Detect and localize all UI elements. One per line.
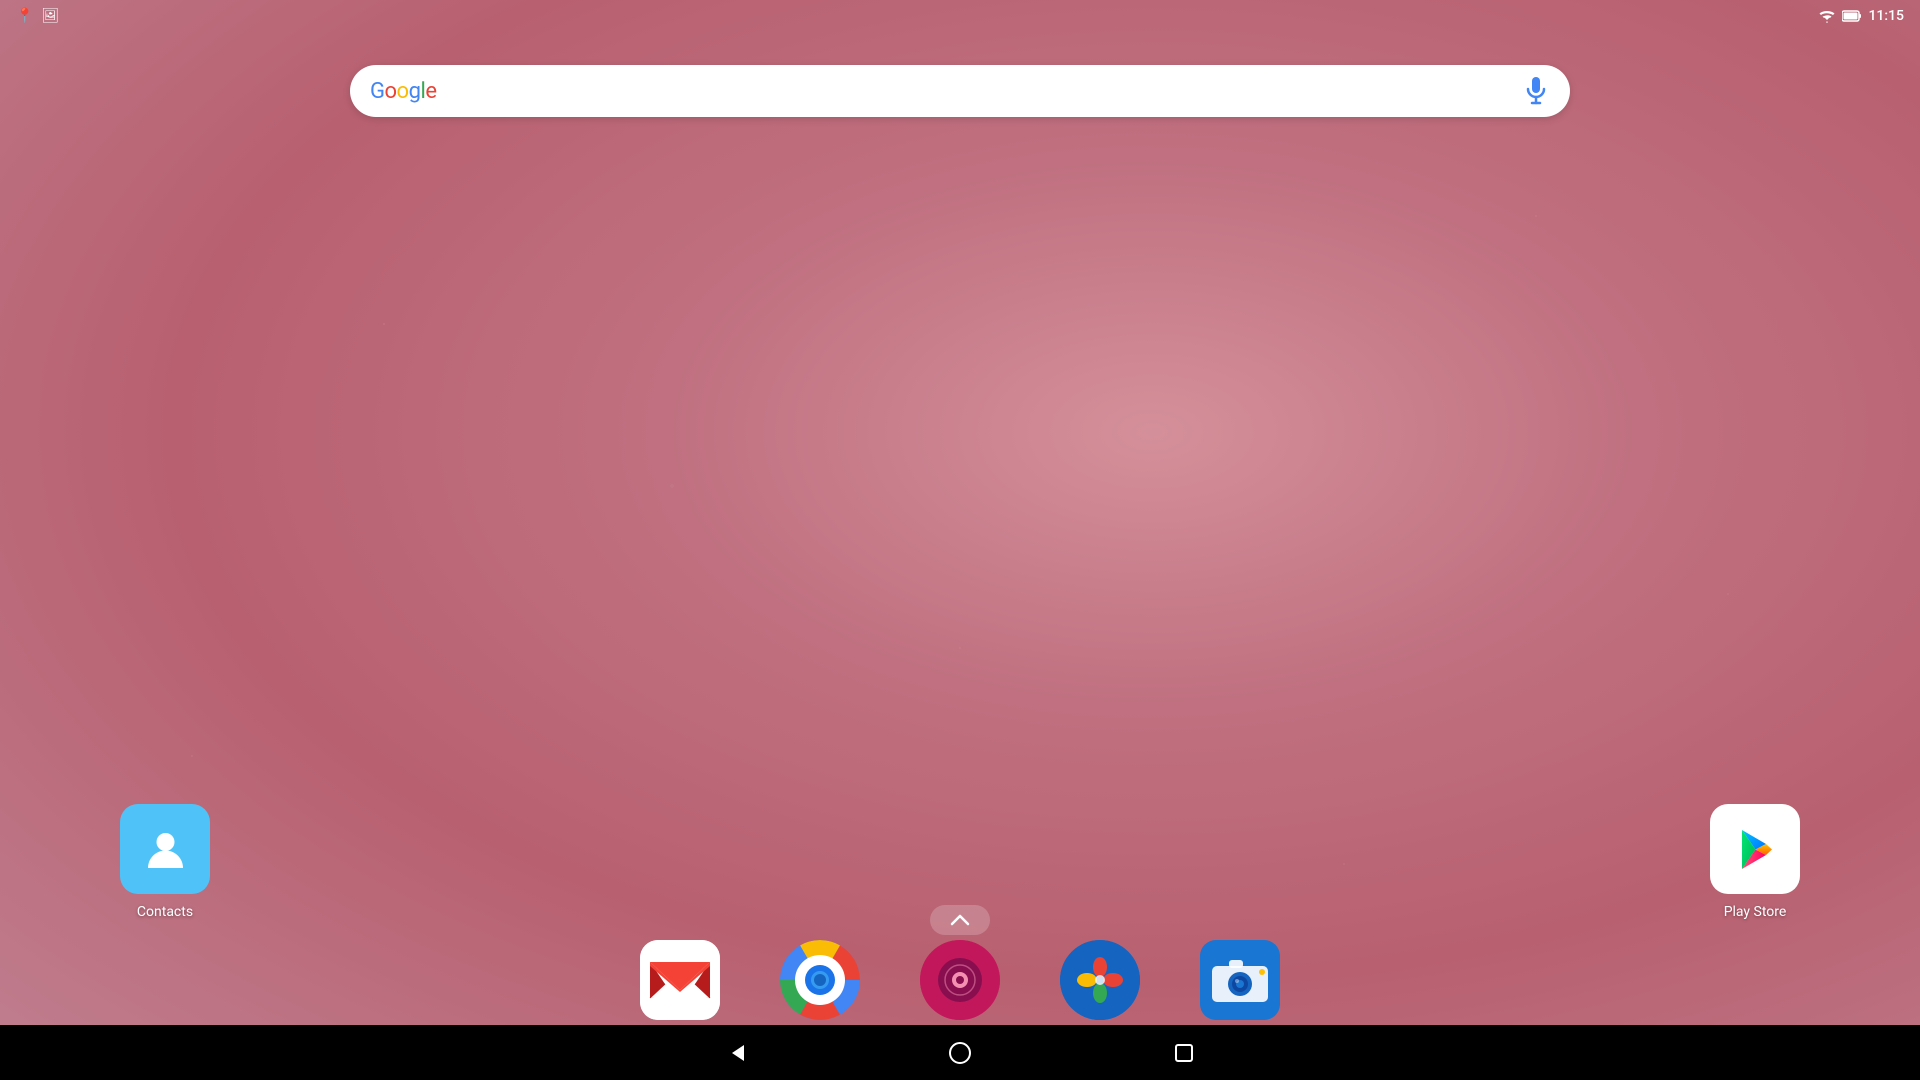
dock-app-camera[interactable]	[1200, 940, 1280, 1020]
google-logo: Google	[370, 79, 436, 104]
contacts-icon	[120, 804, 210, 894]
battery-icon	[1842, 9, 1862, 23]
status-bar: 📍 🖼 11:15	[0, 0, 1920, 32]
camera-icon	[1200, 940, 1280, 1020]
dock-app-chrome[interactable]	[780, 940, 860, 1020]
image-status-icon: 🖼	[41, 8, 59, 24]
dock-app-photos[interactable]	[1060, 940, 1140, 1020]
music-icon	[920, 940, 1000, 1020]
chevron-up-icon	[950, 914, 970, 926]
photos-icon	[1060, 940, 1140, 1020]
contacts-label: Contacts	[137, 904, 193, 920]
search-bar-container[interactable]: Google	[350, 65, 1570, 117]
chrome-icon	[780, 940, 860, 1020]
location-icon: 📍	[16, 8, 33, 24]
recents-icon	[1172, 1041, 1196, 1065]
app-icon-play-store[interactable]: Play Store	[1710, 804, 1800, 920]
nav-bar	[0, 1025, 1920, 1080]
dock-app-gmail[interactable]	[640, 940, 720, 1020]
back-button[interactable]	[724, 1041, 748, 1065]
status-time: 11:15	[1868, 8, 1904, 24]
dock-app-music[interactable]	[920, 940, 1000, 1020]
wifi-icon	[1818, 9, 1836, 23]
home-icon	[948, 1041, 972, 1065]
app-icon-contacts[interactable]: Contacts	[120, 804, 210, 920]
gmail-icon	[640, 940, 720, 1020]
dock	[0, 930, 1920, 1040]
play-store-label: Play Store	[1724, 904, 1787, 920]
desktop-icons: Contacts	[0, 804, 1920, 920]
recents-button[interactable]	[1172, 1041, 1196, 1065]
status-icons-right: 11:15	[1818, 8, 1904, 24]
play-store-icon	[1710, 804, 1800, 894]
mic-icon[interactable]	[1522, 77, 1550, 105]
home-button[interactable]	[948, 1041, 972, 1065]
search-bar[interactable]: Google	[350, 65, 1570, 117]
back-icon	[724, 1041, 748, 1065]
status-bar-left: 📍 🖼	[16, 8, 59, 24]
